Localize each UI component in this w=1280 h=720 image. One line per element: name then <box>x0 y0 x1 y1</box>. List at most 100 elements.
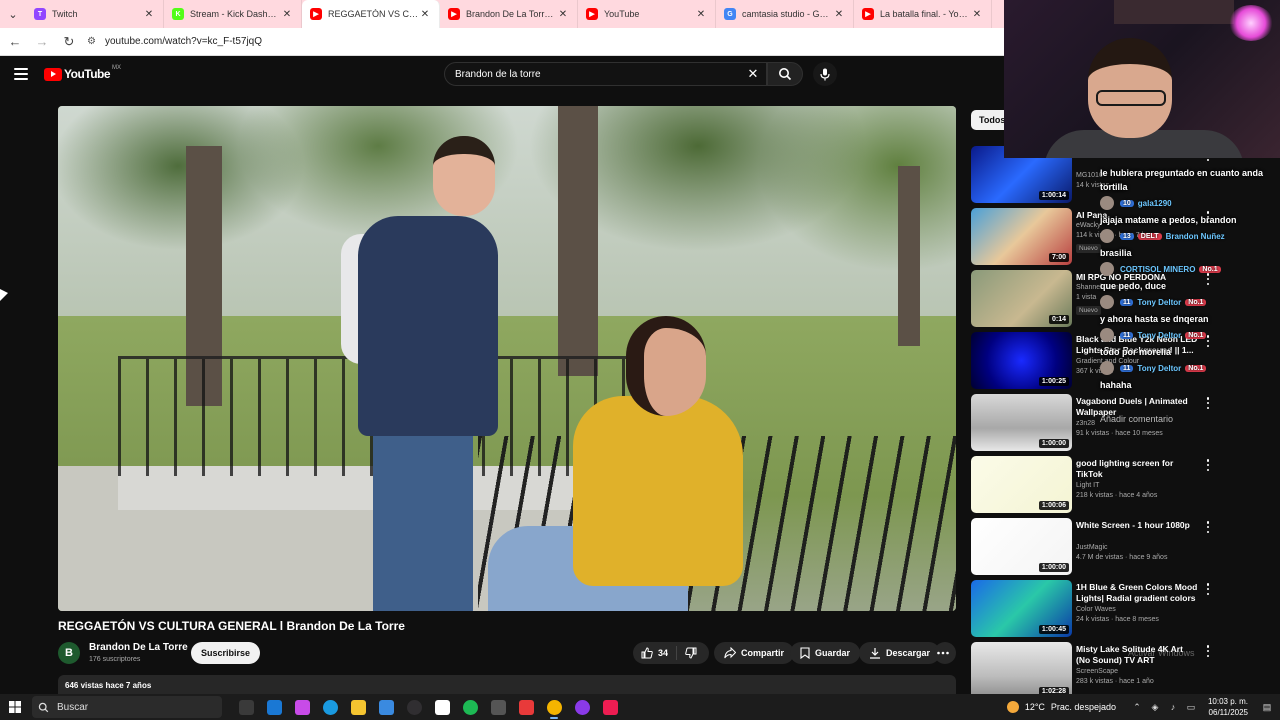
task-view-app-icon[interactable] <box>232 694 260 720</box>
forward-button[interactable]: → <box>30 30 54 54</box>
chevron-up-icon[interactable]: ⌃ <box>1130 700 1144 714</box>
video-title: REGGAETÓN VS CULTURA GENERAL l Brandon D… <box>58 619 405 633</box>
channel-avatar[interactable]: B <box>58 642 80 664</box>
video-player[interactable] <box>58 106 956 611</box>
more-vertical-icon[interactable] <box>1204 645 1212 657</box>
share-button[interactable]: Compartir <box>714 642 795 664</box>
chrome-app-icon[interactable] <box>540 694 568 720</box>
dislike-button[interactable] <box>677 647 702 659</box>
more-vertical-icon[interactable] <box>1204 583 1212 595</box>
tab-title: camtasia studio - Google <box>742 9 833 19</box>
close-tab-icon[interactable]: ✕ <box>143 9 155 20</box>
mail-glyph-icon <box>266 699 282 715</box>
site-info-icon[interactable]: ⚙ <box>87 36 101 47</box>
notifications-icon[interactable]: ▤ <box>1260 700 1274 714</box>
recommended-video[interactable]: 1:02:28 Misty Lake Solitude 4K Art (No So… <box>971 642 1271 700</box>
spotify-app-icon[interactable] <box>456 694 484 720</box>
search-input[interactable]: Brandon de la torre ✕ <box>444 62 767 86</box>
save-button[interactable]: Guardar <box>790 642 861 664</box>
browser-tab[interactable]: Gcamtasia studio - Google ✕ <box>716 0 854 28</box>
recommended-video[interactable]: 1:00:06 good lighting screen for TikTok Li… <box>971 456 1271 514</box>
video-thumbnail[interactable]: 1:02:28 <box>971 642 1072 699</box>
chat-message: todo por morelia <box>1100 347 1172 357</box>
chat-message: que pedo, duce <box>1100 281 1167 291</box>
video-thumbnail[interactable]: 0:14 <box>971 270 1072 327</box>
close-tab-icon[interactable]: ✕ <box>557 9 569 20</box>
browser-tab[interactable]: K Stream - Kick Dashboard ✕ <box>164 0 302 28</box>
recommended-channel-name[interactable]: ScreenScape <box>1076 668 1118 675</box>
steam-like-app-icon[interactable] <box>484 694 512 720</box>
recommended-video-title[interactable]: good lighting screen for TikTok <box>1076 458 1198 480</box>
file-explorer-app-icon[interactable] <box>344 694 372 720</box>
close-tab-icon[interactable]: ✕ <box>971 9 983 20</box>
search-button[interactable] <box>767 62 803 86</box>
close-tab-icon[interactable]: ✕ <box>833 9 845 20</box>
battery-icon[interactable]: ▭ <box>1184 700 1198 714</box>
browser-tab[interactable]: ▶ YouTube ✕ <box>578 0 716 28</box>
recommended-video-title[interactable]: 1H Blue & Green Colors Mood Lights| Radi… <box>1076 582 1198 604</box>
recommended-channel-name[interactable]: Color Waves <box>1076 606 1116 613</box>
youtube-logo[interactable]: YouTube MX <box>44 65 121 81</box>
more-actions-button[interactable] <box>934 642 956 664</box>
more-vertical-icon[interactable] <box>1204 397 1212 409</box>
chat-user-avatar <box>1100 196 1114 210</box>
more-vertical-icon[interactable] <box>1204 459 1212 471</box>
tab-search-button[interactable]: ⌄ <box>0 0 26 28</box>
reload-button[interactable]: ↻ <box>57 30 81 54</box>
like-button[interactable]: 34 <box>633 646 678 660</box>
streamlabs-app-icon[interactable] <box>568 694 596 720</box>
close-tab-icon[interactable]: ✕ <box>695 9 707 20</box>
recommended-channel-name[interactable]: eWacky <box>1076 222 1101 229</box>
recommended-video-title[interactable]: White Screen - 1 hour 1080p <box>1076 520 1198 531</box>
clear-search-icon[interactable]: ✕ <box>740 66 766 82</box>
clock[interactable]: 10:03 p. m. 06/11/2025 <box>1208 696 1248 718</box>
chat-username: CORTISOL MINERO <box>1120 264 1196 274</box>
chat-comment-input[interactable]: Añadir comentario <box>1100 414 1280 430</box>
thumbs-down-icon <box>685 647 697 659</box>
recommended-channel-name[interactable]: JustMagic <box>1076 544 1108 551</box>
recommended-channel-name[interactable]: z3n28 <box>1076 420 1095 427</box>
store-app-icon[interactable] <box>372 694 400 720</box>
voice-search-button[interactable] <box>813 62 837 86</box>
video-thumbnail[interactable]: 1:00:45 <box>971 580 1072 637</box>
browser-tab[interactable]: ▶ REGGAETÓN VS CULT ✕ <box>302 0 440 28</box>
menu-icon[interactable] <box>14 68 28 80</box>
volume-icon[interactable]: ♪ <box>1166 700 1180 714</box>
browser-tab[interactable]: ▶ Brandon De La Torre - Yo✕ <box>440 0 578 28</box>
network-icon[interactable]: ◈ <box>1148 700 1162 714</box>
subscribe-button[interactable]: Suscribirse <box>191 642 261 664</box>
recommended-channel-name[interactable]: Light IT <box>1076 482 1099 489</box>
video-thumbnail[interactable]: 1:00:25 <box>971 332 1072 389</box>
mail-app-icon[interactable] <box>260 694 288 720</box>
tiktok-live-app-icon[interactable] <box>512 694 540 720</box>
back-button[interactable]: ← <box>3 30 27 54</box>
capcut-app-icon[interactable] <box>428 694 456 720</box>
close-tab-icon[interactable]: ✕ <box>281 9 293 20</box>
download-button[interactable]: Descargar <box>859 642 941 664</box>
recommended-video[interactable]: 1:00:45 1H Blue & Green Colors Mood Light… <box>971 580 1271 638</box>
recommended-channel-name[interactable]: MG1010 <box>1076 172 1103 179</box>
capcut-glyph-icon <box>434 699 450 715</box>
chat-rank-badge: No.1 <box>1185 364 1207 372</box>
video-thumbnail[interactable]: 7:00 <box>971 208 1072 265</box>
video-thumbnail[interactable]: 1:00:00 <box>971 518 1072 575</box>
close-tab-icon[interactable]: ✕ <box>419 9 431 20</box>
browser-tab[interactable]: ▶ La batalla final. - YouTube✕ <box>854 0 992 28</box>
browser-tab[interactable]: T Twitch ✕ <box>26 0 164 28</box>
video-thumbnail[interactable]: 1:00:00 <box>971 394 1072 451</box>
weather-widget[interactable]: 12°C Prac. despejado <box>1006 701 1116 713</box>
channel-name[interactable]: Brandon De La Torre <box>89 642 188 653</box>
obs-app-icon[interactable] <box>400 694 428 720</box>
obs-glyph-icon <box>406 699 422 715</box>
chat-rank-badge: No.1 <box>1185 298 1207 306</box>
video-thumbnail[interactable]: 1:00:06 <box>971 456 1072 513</box>
edge-app-icon[interactable] <box>316 694 344 720</box>
more-vertical-icon[interactable] <box>1204 521 1212 533</box>
start-button[interactable] <box>0 694 30 720</box>
tiktok-app-icon[interactable] <box>596 694 624 720</box>
taskbar-search[interactable]: Buscar <box>32 696 222 718</box>
description-box[interactable]: 646 vistas hace 7 años <box>58 675 956 695</box>
recommended-video[interactable]: 1:00:00 White Screen - 1 hour 1080p JustMa… <box>971 518 1271 576</box>
url-field[interactable]: ⚙ youtube.com/watch?v=kc_F-t57jqQ <box>87 36 262 47</box>
copilot-app-icon[interactable] <box>288 694 316 720</box>
